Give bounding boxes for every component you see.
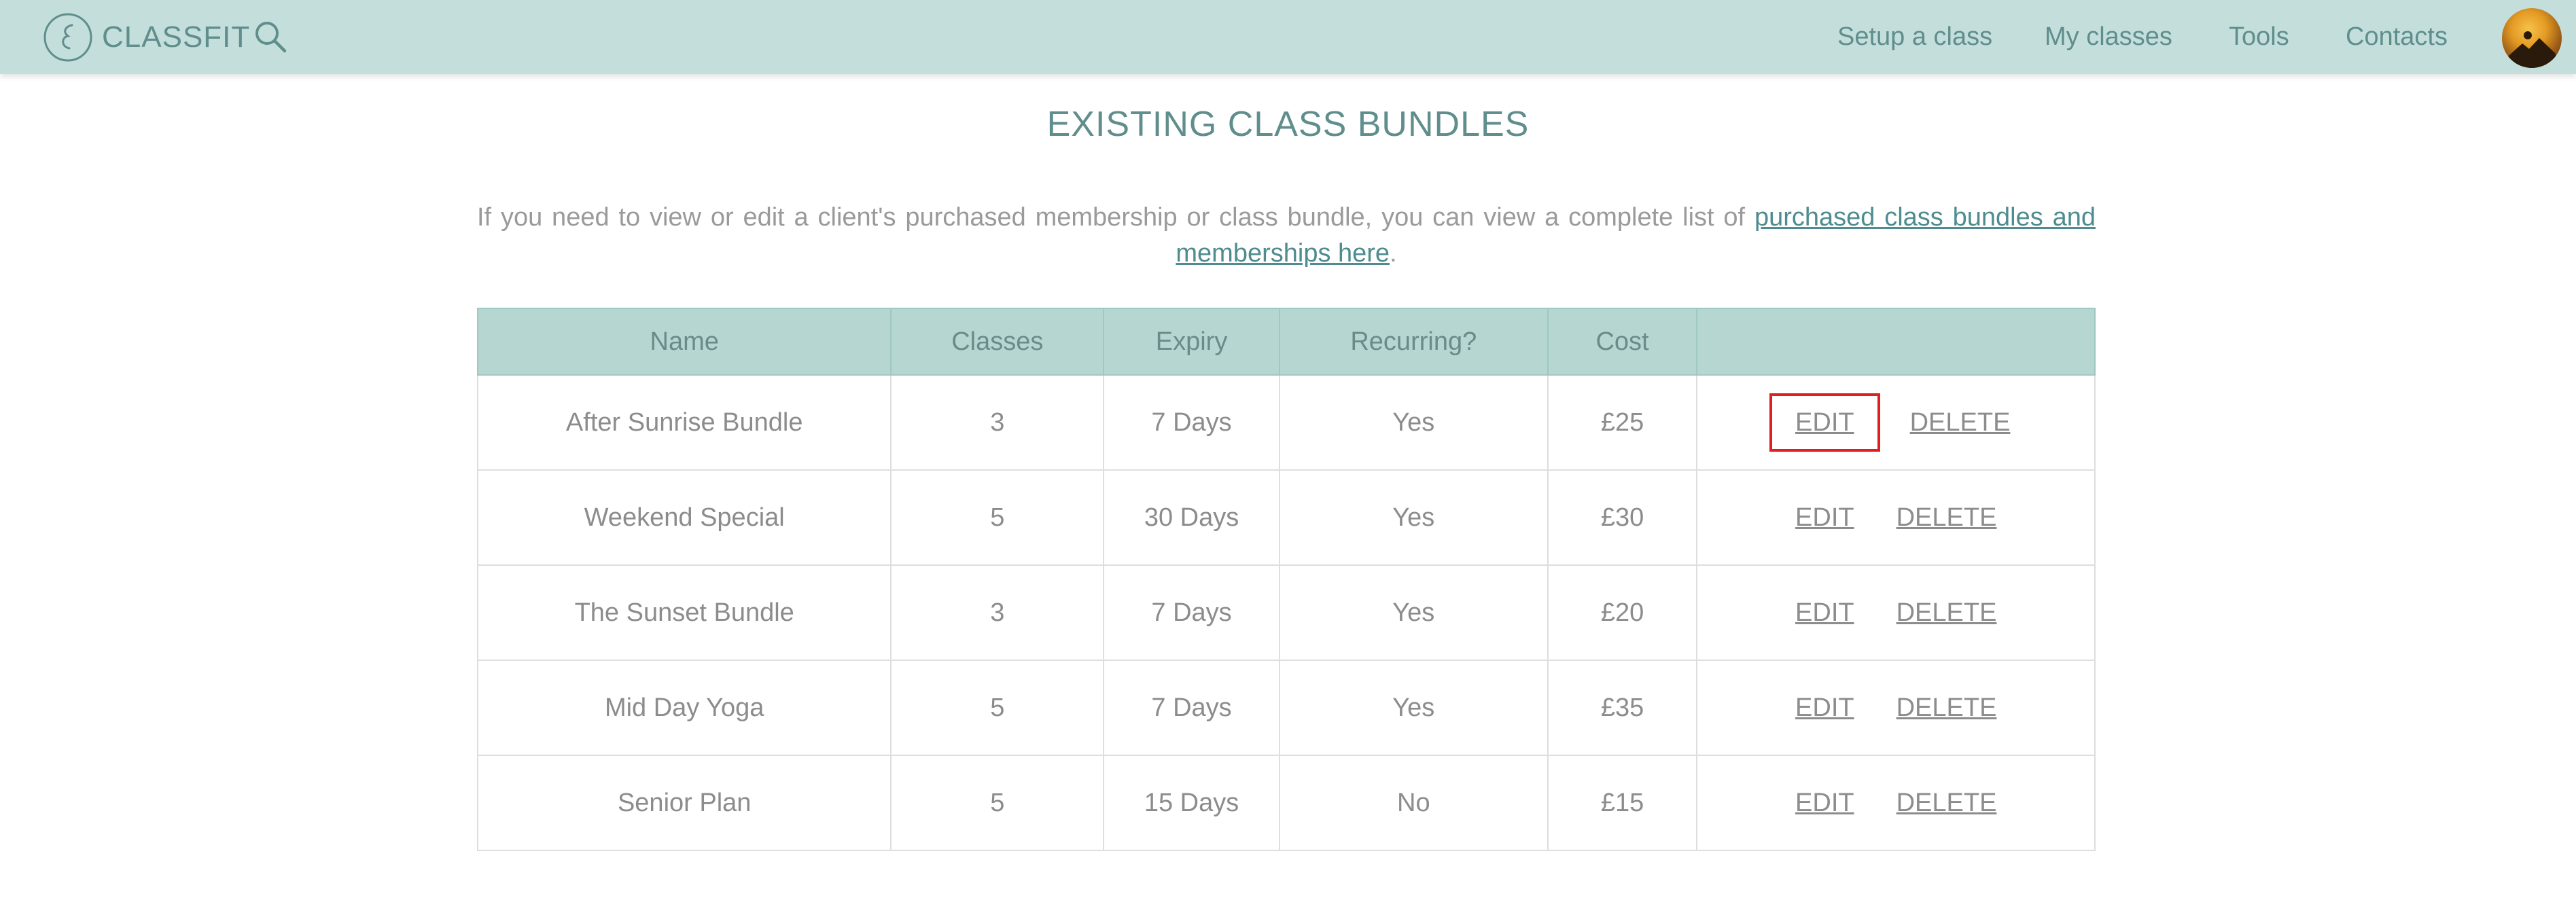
intro-paragraph: If you need to view or edit a client's p… <box>477 200 2096 272</box>
nav-links: Setup a class My classes Tools Contacts <box>0 0 2576 74</box>
cell-actions: EDIT DELETE <box>1696 755 2096 851</box>
delete-button[interactable]: DELETE <box>1887 786 2007 820</box>
cell-cost: £15 <box>1547 755 1698 851</box>
top-navbar: CLASSFIT Setup a class My classes Tools … <box>0 0 2576 74</box>
table-row: After Sunrise Bundle 3 7 Days Yes £25 ED… <box>476 374 2096 471</box>
edit-button[interactable]: EDIT <box>1769 393 1880 452</box>
edit-button[interactable]: EDIT <box>1786 786 1864 820</box>
delete-button[interactable]: DELETE <box>1901 406 2020 439</box>
cell-recurring: Yes <box>1278 564 1549 661</box>
header-name: Name <box>476 308 892 376</box>
cell-classes: 3 <box>890 564 1105 661</box>
header-expiry: Expiry <box>1103 308 1280 376</box>
cell-recurring: No <box>1278 755 1549 851</box>
intro-text: If you need to view or edit a client's p… <box>477 203 1754 232</box>
cell-classes: 5 <box>890 660 1105 756</box>
cell-cost: £30 <box>1547 469 1698 566</box>
table-row: Senior Plan 5 15 Days No £15 EDIT DELETE <box>476 755 2096 851</box>
cell-classes: 3 <box>890 374 1105 471</box>
edit-button[interactable]: EDIT <box>1786 691 1864 725</box>
nav-setup-class[interactable]: Setup a class <box>1837 20 1992 53</box>
cell-expiry: 7 Days <box>1103 564 1280 661</box>
cell-actions: EDIT DELETE <box>1696 564 2096 661</box>
cell-classes: 5 <box>890 469 1105 566</box>
intro-end: . <box>1390 239 1397 268</box>
cell-name: Mid Day Yoga <box>476 660 892 756</box>
avatar-silhouette-icon <box>2502 31 2562 68</box>
header-recurring: Recurring? <box>1278 308 1549 376</box>
cell-cost: £35 <box>1547 660 1698 756</box>
table-row: Weekend Special 5 30 Days Yes £30 EDIT DE… <box>476 469 2096 566</box>
cell-expiry: 30 Days <box>1103 469 1280 566</box>
avatar[interactable] <box>2502 8 2562 68</box>
table-header-row: Name Classes Expiry Recurring? Cost <box>476 308 2096 376</box>
cell-name: Senior Plan <box>476 755 892 851</box>
cell-cost: £25 <box>1547 374 1698 471</box>
cell-actions: EDIT DELETE <box>1696 374 2096 471</box>
class-bundles-table: Name Classes Expiry Recurring? Cost Afte… <box>476 308 2096 851</box>
nav-contacts[interactable]: Contacts <box>2346 20 2448 53</box>
table-row: The Sunset Bundle 3 7 Days Yes £20 EDIT D… <box>476 564 2096 661</box>
cell-recurring: Yes <box>1278 374 1549 471</box>
cell-name: Weekend Special <box>476 469 892 566</box>
cell-expiry: 15 Days <box>1103 755 1280 851</box>
header-cost: Cost <box>1547 308 1698 376</box>
cell-actions: EDIT DELETE <box>1696 660 2096 756</box>
delete-button[interactable]: DELETE <box>1887 501 2007 535</box>
cell-name: After Sunrise Bundle <box>476 374 892 471</box>
header-actions <box>1696 308 2096 376</box>
nav-my-classes[interactable]: My classes <box>2045 20 2172 53</box>
cell-recurring: Yes <box>1278 660 1549 756</box>
page-title: EXISTING CLASS BUNDLES <box>1046 105 1530 144</box>
edit-button[interactable]: EDIT <box>1786 501 1864 535</box>
delete-button[interactable]: DELETE <box>1887 596 2007 630</box>
nav-tools[interactable]: Tools <box>2229 20 2289 53</box>
cell-expiry: 7 Days <box>1103 660 1280 756</box>
delete-button[interactable]: DELETE <box>1887 691 2007 725</box>
cell-name: The Sunset Bundle <box>476 564 892 661</box>
edit-button[interactable]: EDIT <box>1786 596 1864 630</box>
header-classes: Classes <box>890 308 1105 376</box>
cell-classes: 5 <box>890 755 1105 851</box>
table-row: Mid Day Yoga 5 7 Days Yes £35 EDIT DELETE <box>476 660 2096 756</box>
cell-cost: £20 <box>1547 564 1698 661</box>
cell-recurring: Yes <box>1278 469 1549 566</box>
cell-expiry: 7 Days <box>1103 374 1280 471</box>
cell-actions: EDIT DELETE <box>1696 469 2096 566</box>
